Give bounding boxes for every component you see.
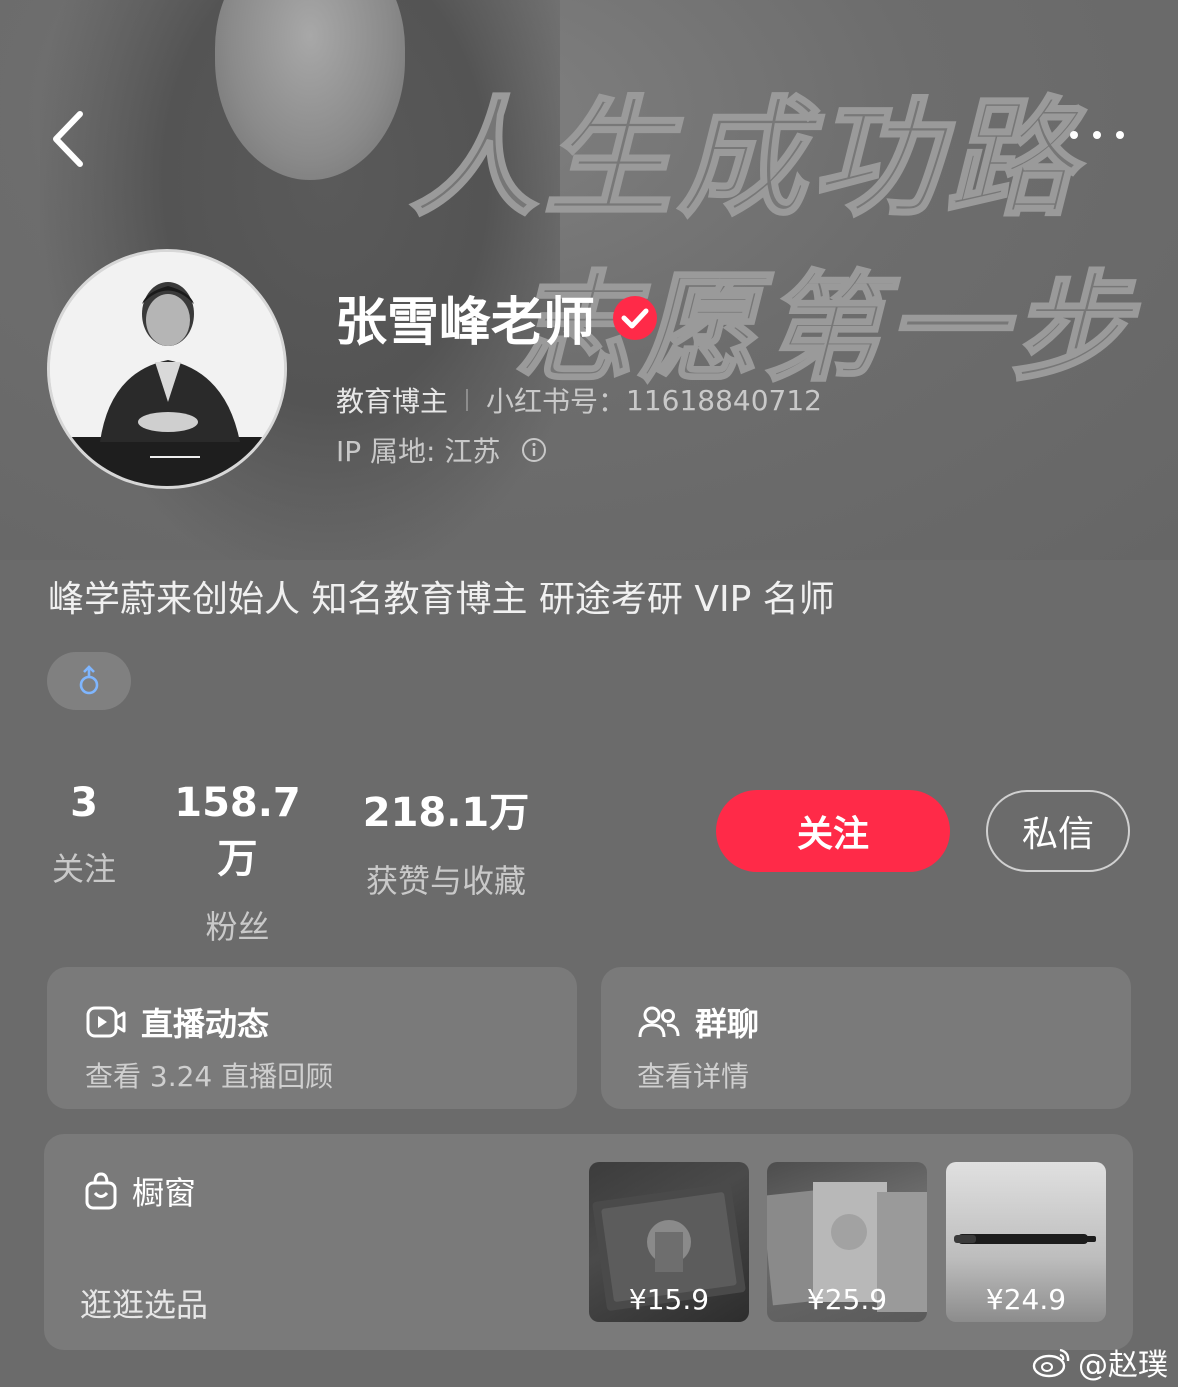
product-price: ¥24.9 [985, 1283, 1067, 1316]
following-label: 关注 [51, 850, 116, 888]
fans-count: 158.7万 [174, 780, 301, 882]
product-item[interactable]: ¥25.9 [767, 1162, 927, 1322]
profile-name: 张雪峰老师 [335, 293, 596, 353]
group-users-icon [638, 1006, 680, 1038]
group-chat-card[interactable]: 群聊 查看详情 [601, 967, 1131, 1109]
verified-check-icon [613, 295, 658, 340]
live-card-title: 直播动态 [141, 1005, 270, 1043]
profile-category: 教育博主 [336, 385, 449, 418]
fans-label: 粉丝 [205, 908, 270, 946]
group-card-subtitle: 查看详情 [637, 1060, 750, 1093]
ip-location: IP 属地: 江苏 [336, 430, 548, 470]
more-dots-icon[interactable] [1066, 120, 1128, 150]
shop-window-card[interactable]: 橱窗 逛逛选品 ¥15.9 ¥25.9 ¥24.9 [44, 1134, 1133, 1350]
shop-card-title: 橱窗 [132, 1174, 197, 1212]
gender-badge [47, 652, 131, 710]
product-price: ¥25.9 [806, 1283, 888, 1316]
info-icon[interactable] [520, 436, 548, 464]
ip-label: IP 属地: 江苏 [336, 435, 501, 468]
weibo-icon [1032, 1348, 1070, 1378]
live-card[interactable]: 直播动态 查看 3.24 直播回顾 [47, 967, 577, 1109]
chevron-left-icon[interactable] [44, 104, 94, 174]
red-id-label: 小红书号： [486, 385, 627, 418]
shop-card-title-row: 橱窗 [84, 1168, 196, 1214]
following-count: 3 [70, 780, 98, 826]
live-video-icon [86, 1006, 126, 1038]
profile-name-row: 张雪峰老师 [335, 280, 659, 355]
shopping-bag-icon [85, 1172, 117, 1210]
product-item[interactable]: ¥15.9 [589, 1162, 749, 1322]
follow-button[interactable]: 关注 [716, 790, 950, 872]
likes-label: 获赞与收藏 [365, 862, 526, 900]
profile-meta: 教育博主 小红书号： 11618840712 [336, 380, 822, 420]
message-button[interactable]: 私信 [986, 790, 1130, 872]
live-card-subtitle: 查看 3.24 直播回顾 [85, 1060, 334, 1093]
meta-divider [466, 389, 469, 411]
product-price: ¥15.9 [628, 1283, 710, 1316]
avatar[interactable] [47, 249, 287, 489]
profile-page: 人生成功路 志愿第一步 张雪峰老师 教育博主 小红书号： 11618840712… [0, 0, 1178, 1387]
group-card-title-row: 群聊 [637, 999, 759, 1045]
banner-slogan-line1: 人生成功路 [408, 84, 1081, 236]
stat-likes[interactable]: 218.1万 获赞与收藏 [356, 780, 536, 902]
male-icon [79, 665, 99, 695]
weibo-watermark: @赵璞 [1032, 1340, 1168, 1384]
stat-fans[interactable]: 158.7万 粉丝 [160, 780, 315, 948]
product-item[interactable]: ¥24.9 [946, 1162, 1106, 1322]
red-id-value[interactable]: 11618840712 [626, 384, 822, 417]
stat-following[interactable]: 3 关注 [48, 780, 120, 890]
avatar-person-icon [50, 252, 284, 486]
likes-count: 218.1万 [362, 790, 530, 836]
profile-bio: 峰学蔚来创始人 知名教育博主 研途考研 VIP 名师 [48, 579, 835, 620]
group-card-title: 群聊 [695, 1005, 760, 1043]
live-card-title-row: 直播动态 [85, 999, 269, 1045]
watermark-text: @赵璞 [1078, 1348, 1168, 1383]
shop-card-subtitle: 逛逛选品 [80, 1286, 209, 1324]
